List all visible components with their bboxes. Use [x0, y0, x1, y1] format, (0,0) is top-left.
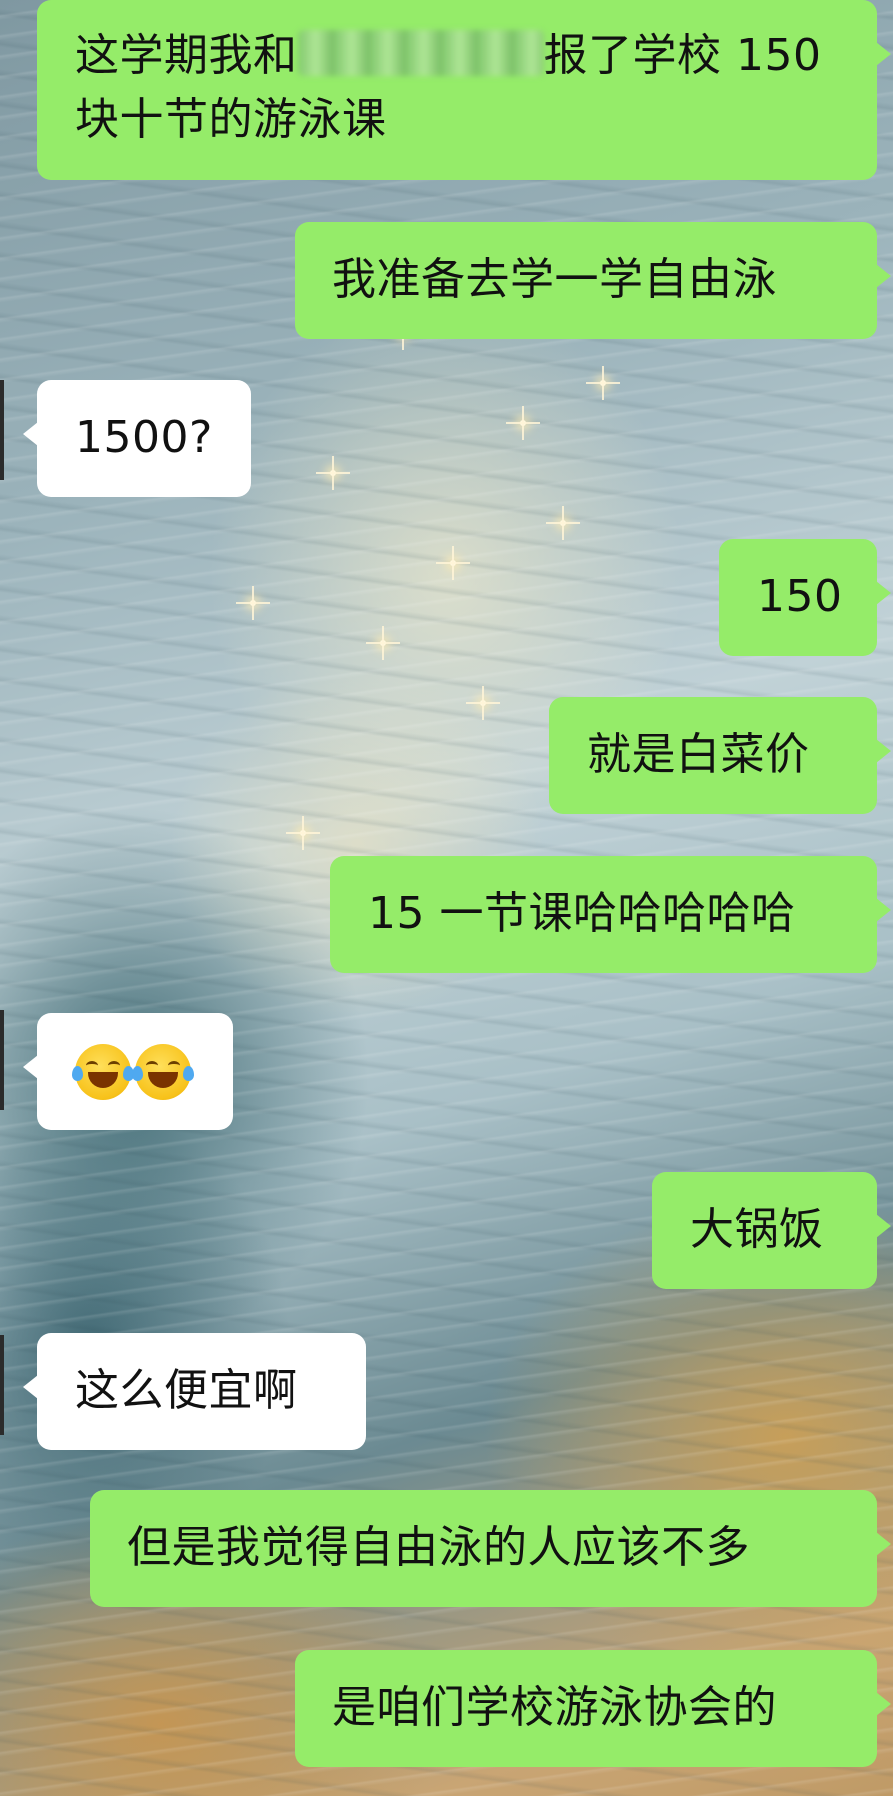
- message-bubble-incoming[interactable]: 1500?: [23, 380, 251, 497]
- message-text: 我准备去学一学自由泳: [332, 254, 777, 305]
- message-bubble-incoming[interactable]: 这么便宜啊: [23, 1333, 366, 1450]
- message-bubble-outgoing[interactable]: 这学期我和 报了学校 150 块十节的游泳课: [37, 0, 891, 180]
- redacted-name-mask: [297, 30, 544, 76]
- message-text: 就是白菜价: [587, 729, 810, 780]
- message-text: 这么便宜啊: [75, 1365, 298, 1416]
- face-with-tears-of-joy-icon: [132, 1043, 194, 1100]
- message-bubble-outgoing[interactable]: 150: [719, 539, 891, 656]
- message-bubble-outgoing[interactable]: 但是我觉得自由泳的人应该不多: [90, 1490, 891, 1607]
- message-bubble-incoming[interactable]: [23, 1013, 233, 1130]
- contact-avatar[interactable]: [0, 1335, 4, 1435]
- emoji-row: [72, 1013, 233, 1130]
- message-text-line: 块十节的游泳课: [75, 94, 387, 145]
- message-bubble-outgoing[interactable]: 大锅饭: [652, 1172, 891, 1289]
- message-bubble-outgoing[interactable]: 就是白菜价: [549, 697, 891, 814]
- face-with-tears-of-joy-icon: [72, 1043, 134, 1100]
- message-text: 15 一节课哈哈哈哈哈: [368, 888, 796, 939]
- message-text: 1500?: [75, 412, 213, 463]
- message-bubble-outgoing[interactable]: 我准备去学一学自由泳: [295, 222, 891, 339]
- contact-avatar[interactable]: [0, 380, 4, 480]
- message-text: 是咱们学校游泳协会的: [332, 1682, 777, 1733]
- message-text-part: 这学期我和: [75, 30, 298, 81]
- message-text: 大锅饭: [690, 1204, 824, 1255]
- message-bubble-outgoing[interactable]: 是咱们学校游泳协会的: [295, 1650, 891, 1767]
- message-text: 150: [757, 571, 843, 622]
- message-bubble-outgoing[interactable]: 15 一节课哈哈哈哈哈: [330, 856, 891, 973]
- message-text-part: 报了学校 150: [543, 30, 822, 81]
- message-text: 这学期我和 报了学校 150: [75, 24, 837, 88]
- message-text: 但是我觉得自由泳的人应该不多: [127, 1522, 750, 1573]
- contact-avatar[interactable]: [0, 1010, 4, 1110]
